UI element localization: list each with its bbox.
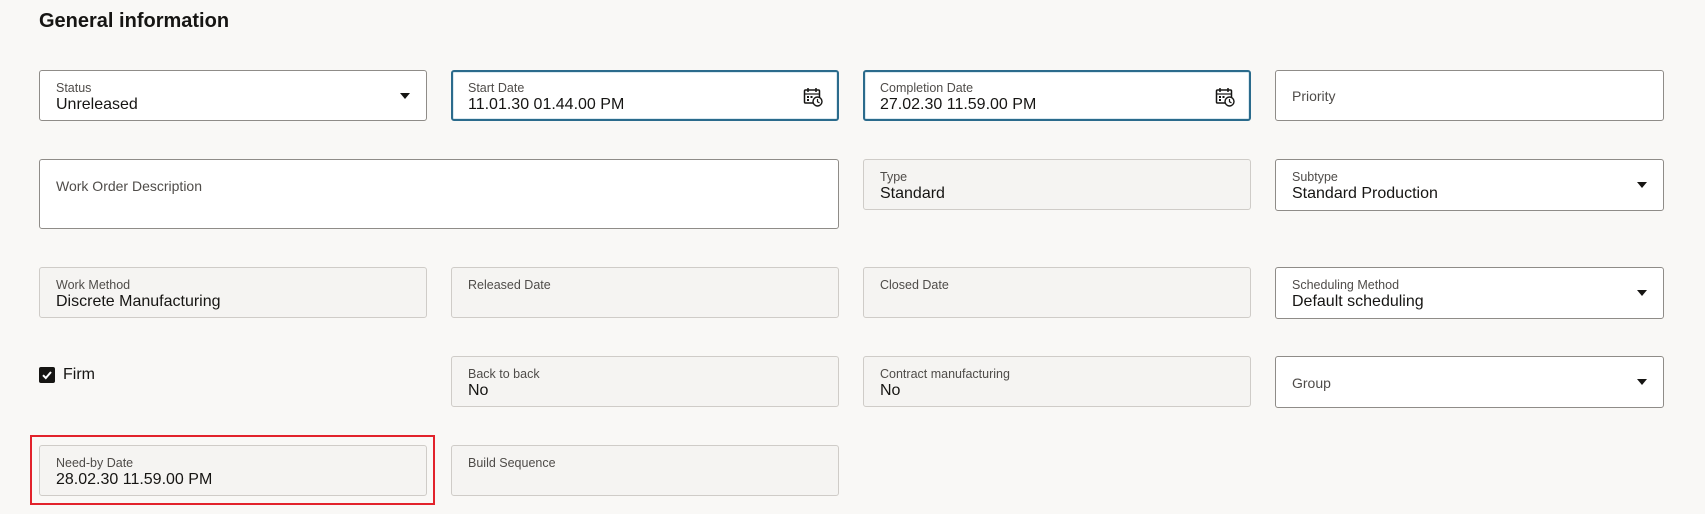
section-title: General information [39, 10, 230, 32]
start-date-value: 11.01.30 01.44.00 PM [468, 96, 625, 113]
closed-date-field: Closed Date [863, 267, 1251, 318]
group-placeholder: Group [1292, 375, 1331, 391]
released-date-field: Released Date [451, 267, 839, 318]
work-method-value: Discrete Manufacturing [56, 293, 221, 310]
completion-date-field[interactable]: Completion Date 27.02.30 11.59.00 PM [863, 70, 1251, 121]
priority-placeholder: Priority [1292, 88, 1336, 104]
group-select[interactable]: Group [1275, 356, 1664, 408]
subtype-value: Standard Production [1292, 185, 1438, 202]
back-to-back-label: Back to back [468, 367, 540, 381]
status-label: Status [56, 81, 92, 95]
status-value: Unreleased [56, 96, 138, 113]
contract-manufacturing-label: Contract manufacturing [880, 367, 1010, 381]
work-method-field: Work Method Discrete Manufacturing [39, 267, 427, 318]
completion-date-label: Completion Date [880, 81, 974, 95]
chevron-down-icon[interactable] [1637, 290, 1647, 296]
firm-checkbox[interactable] [39, 367, 55, 383]
completion-date-value: 27.02.30 11.59.00 PM [880, 96, 1037, 113]
calendar-icon[interactable] [1215, 87, 1235, 107]
closed-date-label: Closed Date [880, 278, 949, 292]
need-by-date-field: Need-by Date 28.02.30 11.59.00 PM [39, 445, 427, 496]
chevron-down-icon[interactable] [1637, 182, 1647, 188]
released-date-label: Released Date [468, 278, 551, 292]
chevron-down-icon[interactable] [1637, 379, 1647, 385]
status-select[interactable]: Status Unreleased [39, 70, 427, 121]
back-to-back-value: No [468, 382, 489, 399]
firm-label: Firm [63, 366, 95, 383]
chevron-down-icon[interactable] [400, 93, 410, 99]
calendar-icon[interactable] [803, 87, 823, 107]
contract-manufacturing-field: Contract manufacturing No [863, 356, 1251, 407]
back-to-back-field: Back to back No [451, 356, 839, 407]
need-by-date-label: Need-by Date [56, 456, 134, 470]
check-icon [42, 371, 52, 380]
build-sequence-label: Build Sequence [468, 456, 556, 470]
scheduling-method-select[interactable]: Scheduling Method Default scheduling [1275, 267, 1664, 319]
priority-field[interactable]: Priority [1275, 70, 1664, 121]
work-method-label: Work Method [56, 278, 131, 292]
subtype-select[interactable]: Subtype Standard Production [1275, 159, 1664, 211]
work-order-description-field[interactable]: Work Order Description [39, 159, 839, 229]
scheduling-method-value: Default scheduling [1292, 293, 1424, 310]
firm-checkbox-group[interactable]: Firm [39, 366, 95, 384]
need-by-date-value: 28.02.30 11.59.00 PM [56, 471, 213, 488]
build-sequence-field: Build Sequence [451, 445, 839, 496]
type-value: Standard [880, 185, 945, 202]
contract-manufacturing-value: No [880, 382, 901, 399]
start-date-label: Start Date [468, 81, 525, 95]
type-label: Type [880, 170, 908, 184]
type-field: Type Standard [863, 159, 1251, 210]
work-order-description-placeholder: Work Order Description [56, 178, 203, 194]
start-date-field[interactable]: Start Date 11.01.30 01.44.00 PM [451, 70, 839, 121]
scheduling-method-label: Scheduling Method [1292, 278, 1400, 292]
subtype-label: Subtype [1292, 170, 1338, 184]
